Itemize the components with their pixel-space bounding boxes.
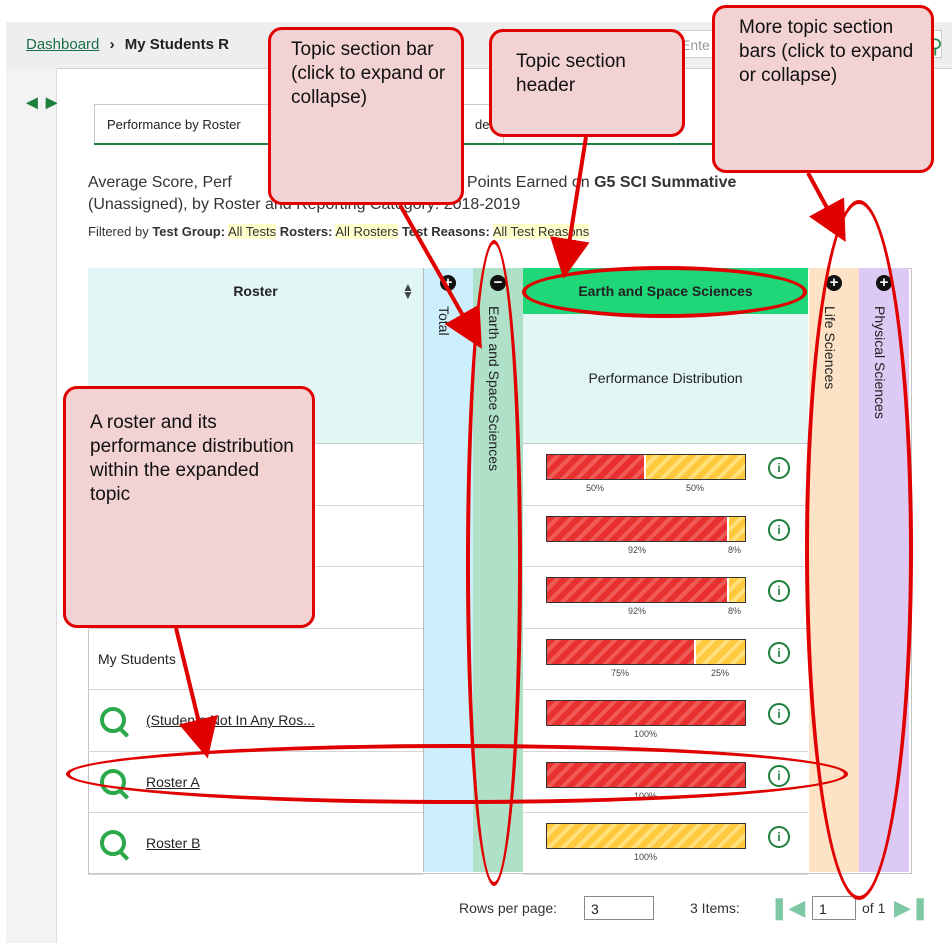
callout-arrows xyxy=(174,136,846,759)
